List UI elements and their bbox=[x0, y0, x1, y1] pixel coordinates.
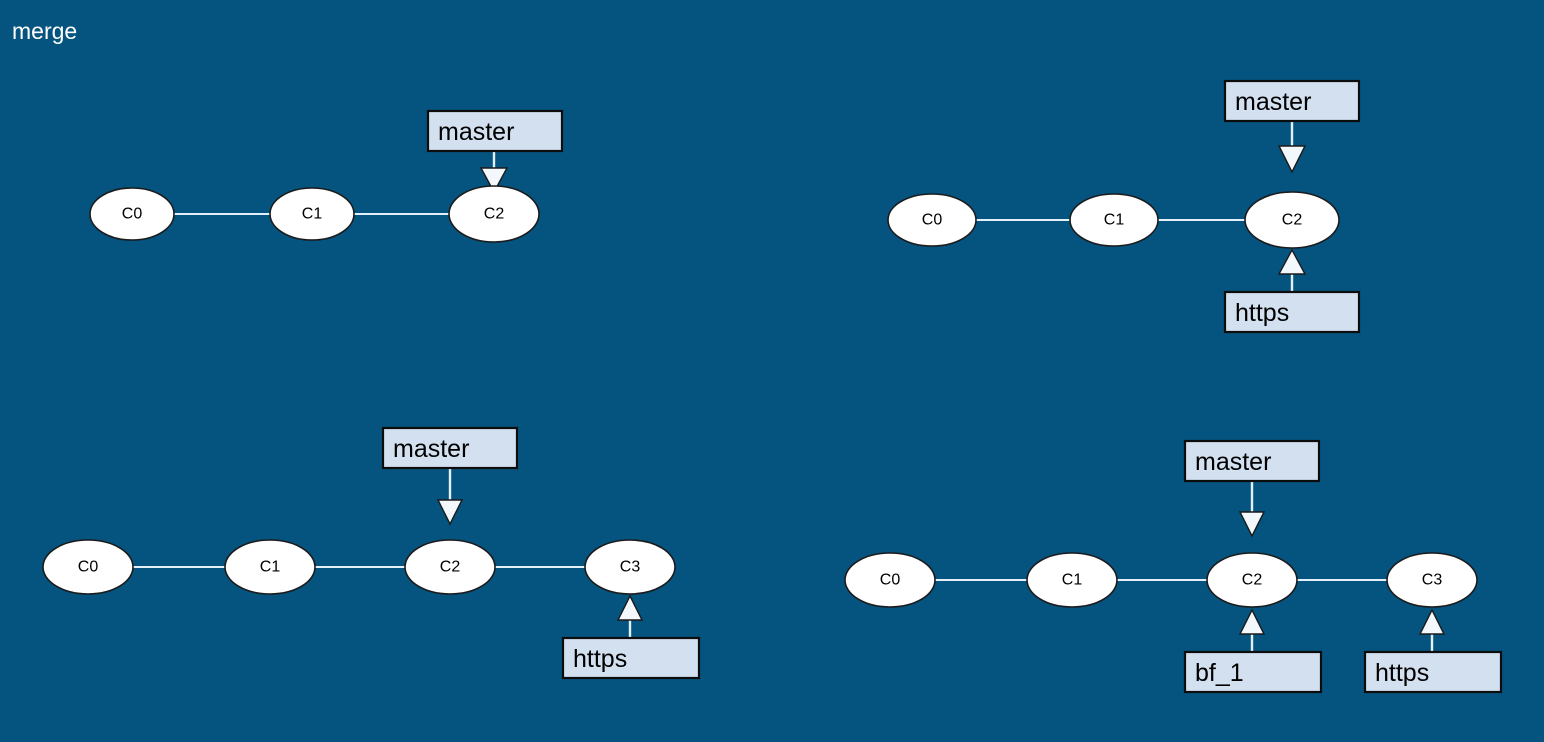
ref-arrowhead-master bbox=[1238, 511, 1266, 538]
ref-arrowhead-master bbox=[1277, 145, 1307, 174]
commit-label-c1: C1 bbox=[1104, 212, 1125, 229]
ref-arrowhead-https bbox=[1418, 608, 1446, 635]
commit-label-c0: C0 bbox=[880, 572, 901, 589]
ref-arrowhead-https bbox=[1277, 248, 1307, 275]
commit-label-c3: C3 bbox=[620, 559, 641, 576]
commit-label-c2: C2 bbox=[1282, 212, 1303, 229]
ref-arrowhead-bf1 bbox=[1238, 608, 1266, 635]
diagram-bottom-right: master bf_1 https C0 C1 C2 C3 bbox=[820, 400, 1544, 742]
commit-label-c2: C2 bbox=[484, 206, 505, 223]
ref-arrowhead-https bbox=[616, 594, 644, 621]
commit-label-c1: C1 bbox=[302, 206, 323, 223]
commit-label-c2: C2 bbox=[1242, 572, 1263, 589]
commit-label-c1: C1 bbox=[260, 559, 281, 576]
commit-label-c1: C1 bbox=[1062, 572, 1083, 589]
ref-label-bf1: bf_1 bbox=[1195, 659, 1244, 687]
commit-label-c0: C0 bbox=[922, 212, 943, 229]
ref-arrowhead-master bbox=[436, 499, 464, 526]
commit-label-c0: C0 bbox=[78, 559, 99, 576]
ref-label-master: master bbox=[438, 118, 514, 146]
commit-label-c3: C3 bbox=[1422, 572, 1443, 589]
ref-label-master: master bbox=[1235, 88, 1311, 116]
ref-label-https: https bbox=[1235, 299, 1289, 327]
commit-label-c2: C2 bbox=[440, 559, 461, 576]
diagram-top-left: master C0 C1 C2 bbox=[0, 0, 620, 300]
diagram-bottom-left: master https C0 C1 C2 C3 bbox=[0, 400, 740, 742]
commit-label-c0: C0 bbox=[122, 206, 143, 223]
ref-label-https: https bbox=[1375, 659, 1429, 687]
ref-label-master: master bbox=[393, 435, 469, 463]
ref-label-master: master bbox=[1195, 448, 1271, 476]
ref-label-https: https bbox=[573, 645, 627, 673]
diagram-top-right: master https C0 C1 C2 bbox=[860, 0, 1420, 360]
